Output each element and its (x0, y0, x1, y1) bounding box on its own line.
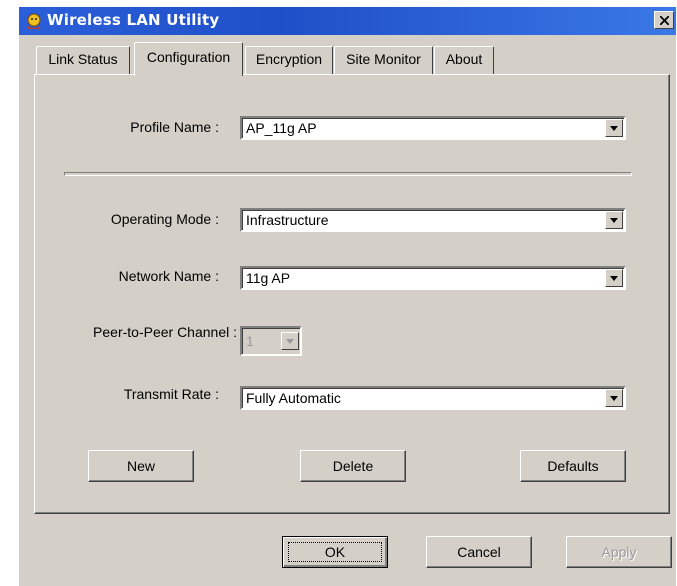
configuration-panel (34, 74, 670, 514)
app-icon (27, 13, 41, 29)
transmit-rate-value: Fully Automatic (246, 390, 341, 406)
network-name-dropdown-button[interactable] (605, 269, 623, 287)
chevron-down-icon (610, 396, 618, 401)
profile-name-dropdown-button[interactable] (605, 119, 623, 137)
operating-mode-dropdown-button[interactable] (605, 211, 623, 229)
transmit-rate-label: Transmit Rate : (123, 386, 219, 402)
ok-button[interactable]: OK (282, 536, 388, 568)
transmit-rate-dropdown-button[interactable] (605, 389, 623, 407)
network-name-label: Network Name : (118, 268, 219, 284)
chevron-down-icon (610, 276, 618, 281)
defaults-button[interactable]: Defaults (520, 450, 626, 482)
apply-button[interactable]: Apply (566, 536, 672, 568)
new-button[interactable]: New (88, 450, 194, 482)
title-bar[interactable]: Wireless LAN Utility (19, 7, 676, 35)
transmit-rate-combo[interactable]: Fully Automatic (240, 386, 626, 410)
peer-to-peer-channel-combo[interactable]: 1 (240, 326, 302, 356)
tab-site-monitor[interactable]: Site Monitor (334, 46, 433, 74)
separator (64, 172, 632, 176)
cancel-button[interactable]: Cancel (426, 536, 532, 568)
profile-name-value: AP_11g AP (246, 120, 317, 136)
focus-rectangle (288, 542, 382, 562)
tab-encryption[interactable]: Encryption (245, 46, 333, 74)
tab-configuration[interactable]: Configuration (134, 42, 243, 76)
peer-to-peer-channel-value: 1 (246, 333, 254, 349)
profile-name-label: Profile Name : (130, 119, 219, 135)
close-button[interactable] (654, 11, 674, 29)
operating-mode-combo[interactable]: Infrastructure (240, 208, 626, 232)
profile-name-combo[interactable]: AP_11g AP (240, 116, 626, 140)
chevron-down-icon (286, 339, 294, 344)
chevron-down-icon (610, 126, 618, 131)
delete-button[interactable]: Delete (300, 450, 406, 482)
operating-mode-value: Infrastructure (246, 212, 329, 228)
tab-about[interactable]: About (434, 46, 494, 74)
operating-mode-label: Operating Mode : (110, 211, 219, 227)
peer-to-peer-channel-label: Peer-to-Peer Channel : (93, 324, 237, 340)
window-title: Wireless LAN Utility (47, 11, 220, 29)
tab-link-status[interactable]: Link Status (36, 46, 130, 74)
peer-channel-dropdown-button[interactable] (281, 332, 299, 350)
chevron-down-icon (610, 218, 618, 223)
close-icon (660, 16, 669, 25)
network-name-value: 11g AP (246, 270, 291, 286)
network-name-combo[interactable]: 11g AP (240, 266, 626, 290)
